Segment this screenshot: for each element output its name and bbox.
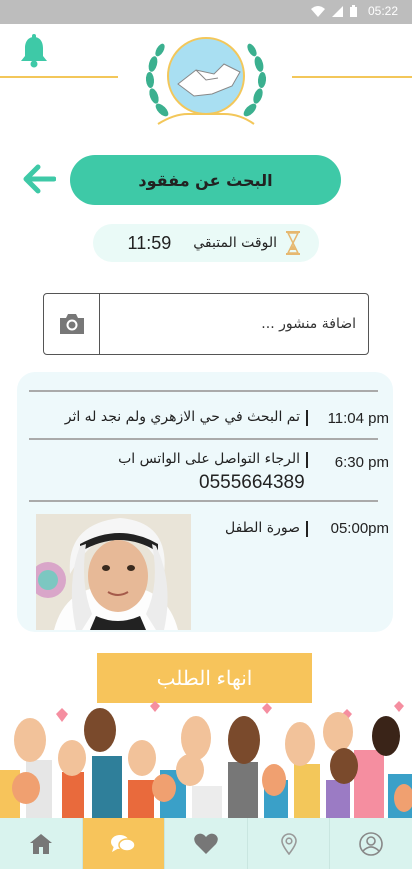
heart-icon xyxy=(194,833,218,854)
entry-text: الرجاء التواصل على الواتس اب xyxy=(118,451,300,467)
chat-icon xyxy=(111,834,136,852)
end-request-button[interactable]: انهاء الطلب xyxy=(97,653,312,703)
home-icon xyxy=(29,833,52,854)
camera-icon xyxy=(59,314,84,334)
nav-item-location[interactable] xyxy=(248,818,331,869)
bottom-nav xyxy=(0,818,412,869)
entry-time: 05:00pm xyxy=(330,520,389,537)
nav-item-favorites[interactable] xyxy=(165,818,248,869)
child-photo[interactable] xyxy=(36,514,191,630)
entry-text: صورة الطفل xyxy=(225,520,300,536)
signal-icon xyxy=(331,5,343,17)
nav-item-home[interactable] xyxy=(0,818,83,869)
child-photo-image xyxy=(36,514,191,630)
entry-time: 6:30 pm xyxy=(334,454,389,471)
raised-hands-illustration xyxy=(0,701,412,820)
timeline-divider xyxy=(29,500,378,502)
updates-timeline: 11:04 pm تم البحث في حي الازهري ولم نجد … xyxy=(17,372,393,632)
remaining-time-value: 11:59 xyxy=(127,232,172,253)
hourglass-icon xyxy=(286,231,300,255)
entry-text: تم البحث في حي الازهري ولم نجد له اثر xyxy=(64,409,300,425)
entry-separator xyxy=(306,452,308,468)
notification-bell-icon[interactable] xyxy=(16,34,52,70)
page-title-pill: البحث عن مفقود xyxy=(70,155,341,205)
contact-phone: 0555664389 xyxy=(199,472,305,493)
add-post-box xyxy=(43,293,369,355)
page-title: البحث عن مفقود xyxy=(138,170,273,190)
entry-time: 11:04 pm xyxy=(327,410,389,427)
header xyxy=(0,24,412,134)
end-request-label: انهاء الطلب xyxy=(156,667,253,690)
add-post-input[interactable] xyxy=(106,302,356,346)
battery-icon xyxy=(349,5,357,17)
entry-separator xyxy=(306,410,308,426)
entry-separator xyxy=(306,521,308,537)
handshake-logo xyxy=(145,37,267,125)
remaining-time-label: الوقت المتبقي xyxy=(193,235,277,251)
profile-icon xyxy=(359,831,383,856)
back-arrow-icon[interactable] xyxy=(22,164,56,194)
status-icons: 05:22 xyxy=(310,4,398,18)
header-divider-right xyxy=(292,76,412,78)
wifi-icon xyxy=(310,5,325,17)
status-time: 05:22 xyxy=(367,4,398,18)
attach-photo-button[interactable] xyxy=(44,294,100,354)
nav-item-profile[interactable] xyxy=(330,818,412,869)
nav-item-chat[interactable] xyxy=(82,818,166,869)
timeline-divider xyxy=(29,390,378,392)
location-pin-icon xyxy=(280,832,297,855)
timeline-divider xyxy=(29,438,378,440)
remaining-time-pill: الوقت المتبقي 11:59 xyxy=(93,224,319,262)
header-divider-left xyxy=(0,76,118,78)
status-bar: 05:22 xyxy=(0,0,412,24)
